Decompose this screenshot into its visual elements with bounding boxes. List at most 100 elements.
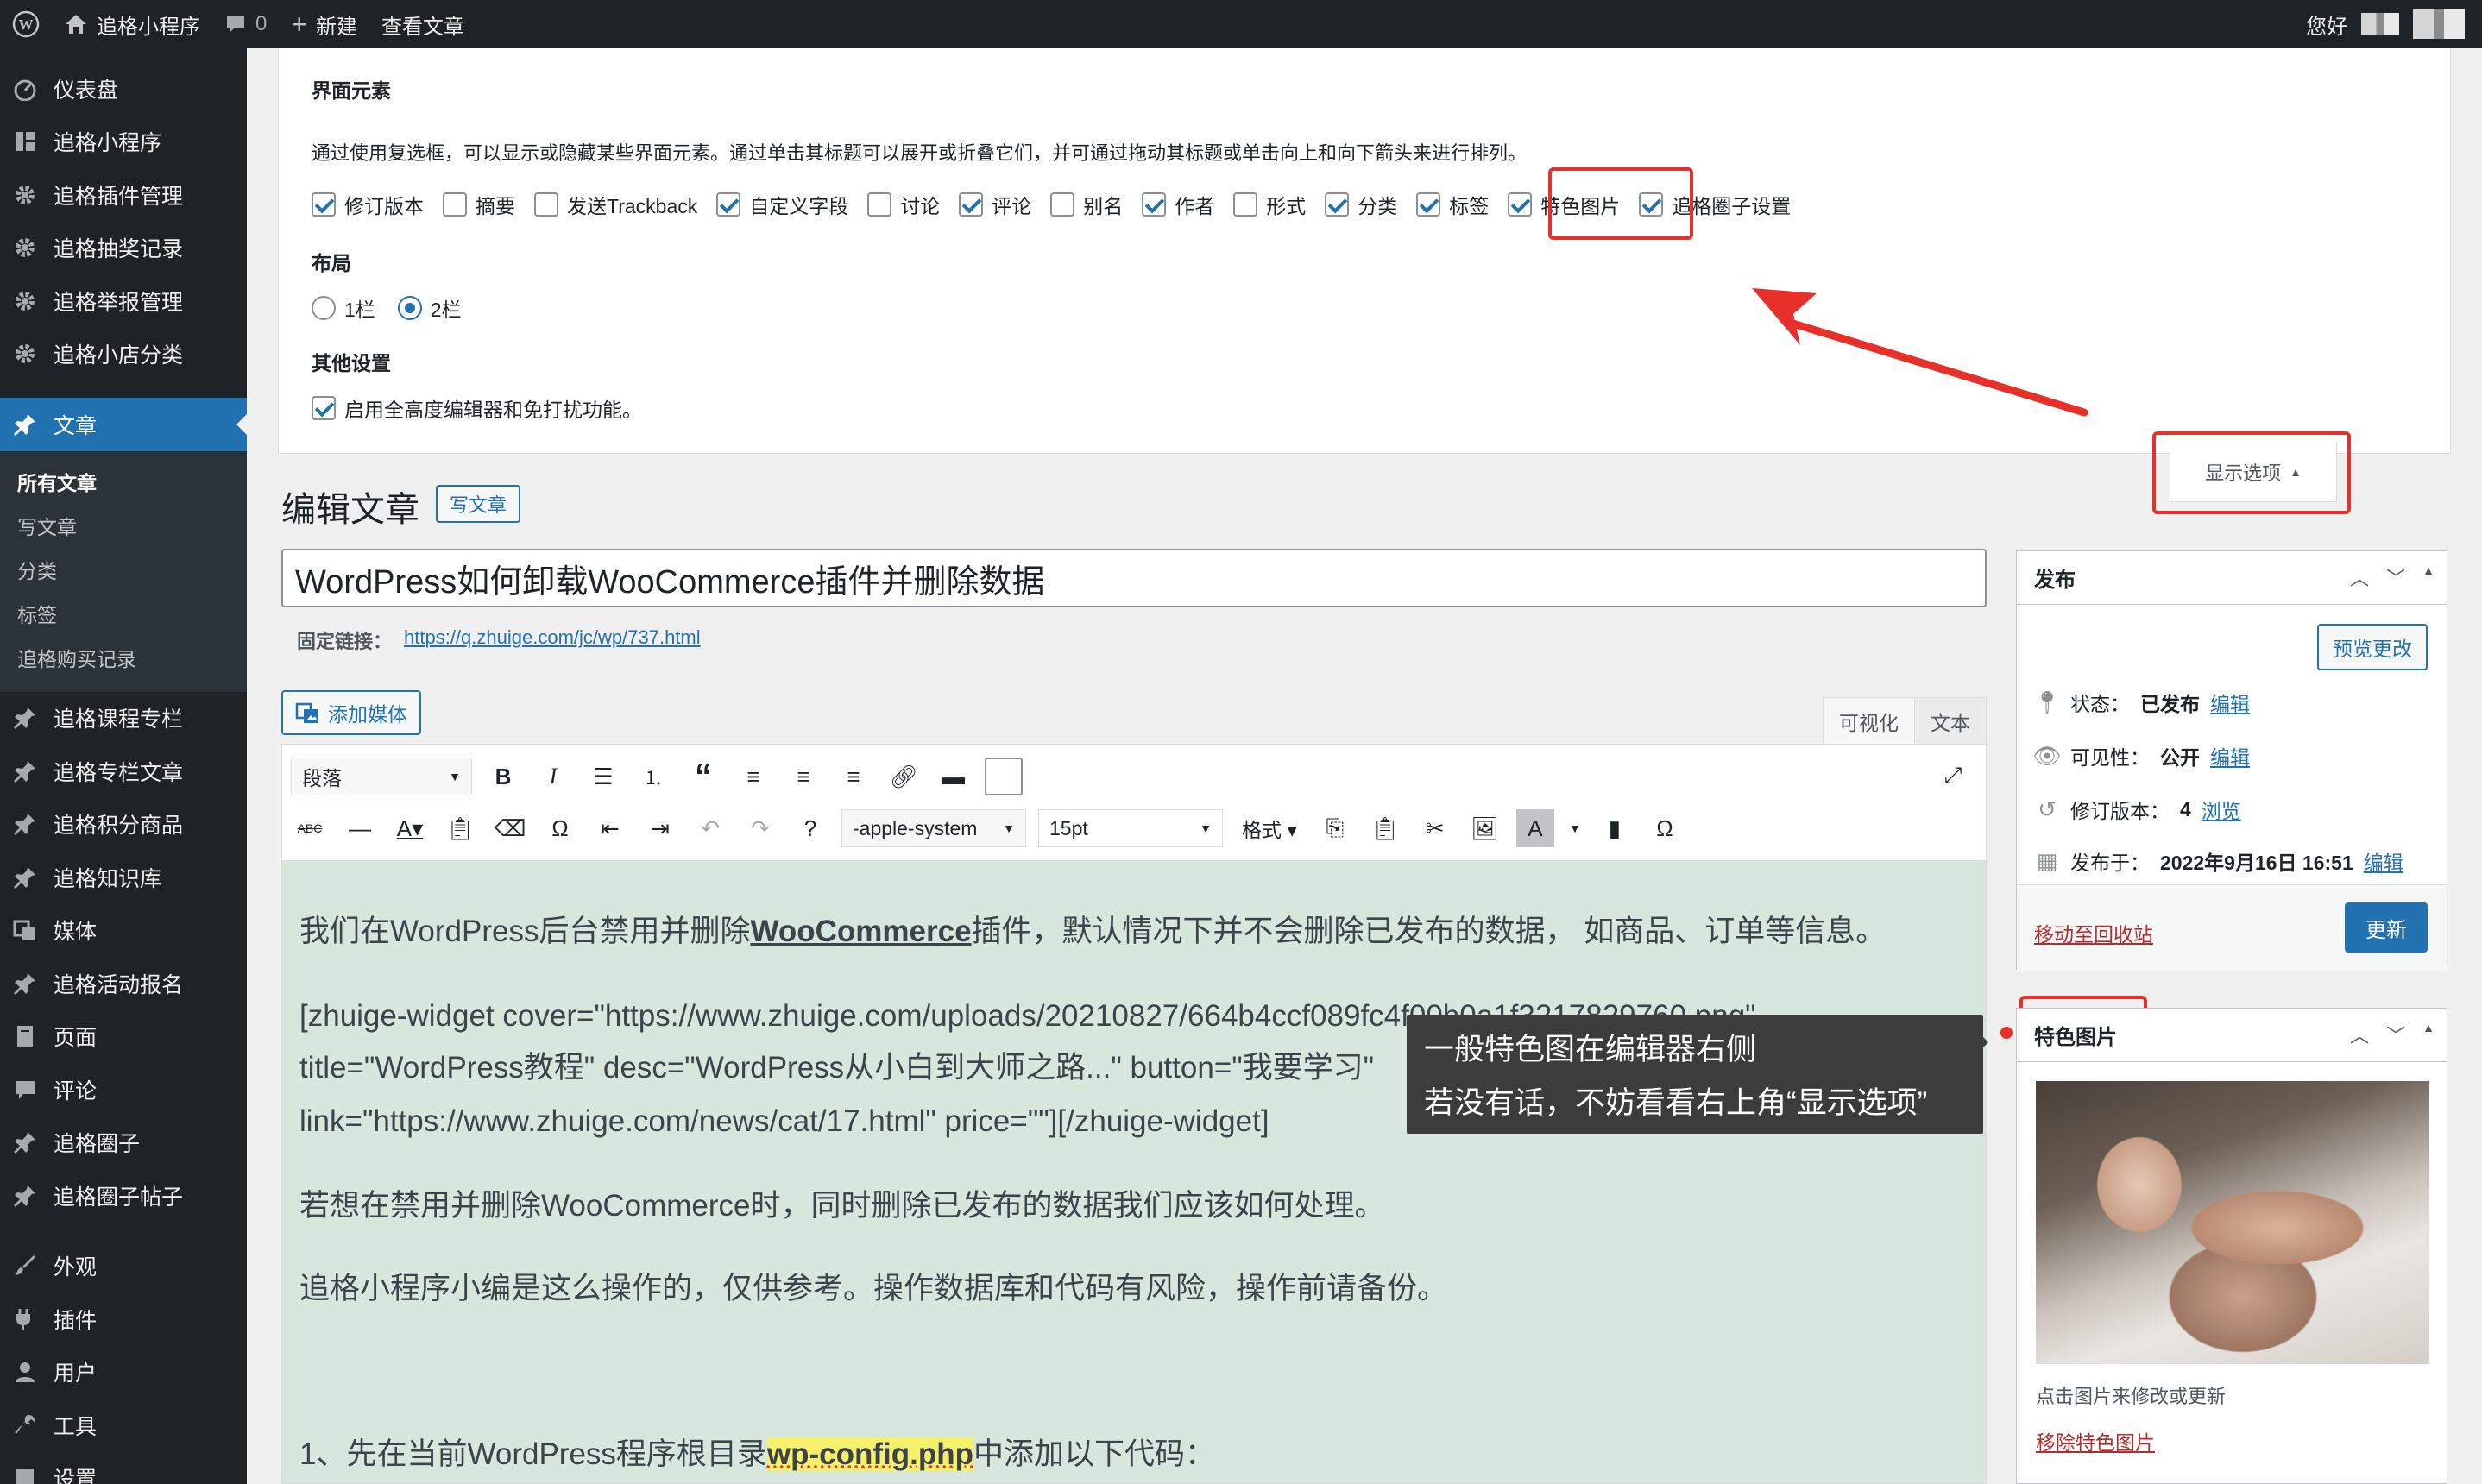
menu-item[interactable]: 插件 bbox=[0, 1292, 247, 1346]
redo-icon[interactable]: ↷ bbox=[741, 809, 779, 847]
align-right-icon[interactable]: ≡ bbox=[835, 758, 872, 795]
special-char-icon[interactable]: Ω bbox=[541, 809, 579, 847]
show-settings-button[interactable]: 显示选项 ▲ bbox=[2170, 442, 2337, 502]
editor-content[interactable]: 我们在WordPress后台禁用并删除WooCommerce插件，默认情况下并不… bbox=[281, 861, 1987, 1484]
menu-item[interactable]: 仪表盘 bbox=[0, 62, 247, 116]
checkbox-box[interactable] bbox=[1325, 192, 1350, 217]
font-family-select[interactable]: -apple-system ▼ bbox=[841, 809, 1026, 847]
submenu-item[interactable]: 标签 bbox=[0, 592, 247, 636]
checkbox-box[interactable] bbox=[867, 192, 892, 217]
cut-icon[interactable]: ✂ bbox=[1416, 809, 1454, 847]
edit-visibility-link[interactable]: 编辑 bbox=[2210, 741, 2250, 770]
p1-bold-link[interactable]: WooCommerce bbox=[750, 915, 971, 948]
radio-circle[interactable] bbox=[312, 296, 336, 320]
submenu-item[interactable]: 写文章 bbox=[0, 504, 247, 548]
menu-item[interactable]: 外观 bbox=[0, 1240, 247, 1293]
clear-format-icon[interactable]: ⌫ bbox=[491, 809, 529, 847]
screen-option-checkbox[interactable]: 修订版本 bbox=[312, 190, 424, 219]
checkbox-box[interactable] bbox=[1233, 192, 1258, 217]
menu-item[interactable]: 追格专栏文章 bbox=[0, 745, 247, 798]
my-account[interactable]: 您好 bbox=[2306, 0, 2465, 48]
menu-item[interactable]: 工具 bbox=[0, 1399, 247, 1452]
checkbox-box[interactable] bbox=[1639, 192, 1664, 217]
format-menu[interactable]: 格式 ▾ bbox=[1235, 814, 1304, 843]
horizontal-line-icon[interactable]: — bbox=[341, 809, 379, 847]
align-left-icon[interactable]: ≡ bbox=[734, 758, 772, 795]
screen-option-checkbox[interactable]: 分类 bbox=[1325, 190, 1397, 219]
italic-button[interactable]: I bbox=[534, 758, 572, 795]
screen-option-checkbox[interactable]: 标签 bbox=[1416, 190, 1489, 219]
submenu-item[interactable]: 分类 bbox=[0, 548, 247, 592]
menu-item[interactable]: 设置 bbox=[0, 1452, 247, 1484]
screen-option-checkbox[interactable]: 别名 bbox=[1050, 190, 1123, 219]
caret-up-icon[interactable]: ▲ bbox=[2422, 563, 2435, 591]
chevron-down-icon[interactable]: ﹀ bbox=[2386, 1021, 2405, 1048]
undo-icon[interactable]: ↶ bbox=[691, 809, 729, 847]
outdent-icon[interactable]: ⇤ bbox=[591, 809, 629, 847]
toolbar-toggle-icon[interactable] bbox=[985, 758, 1023, 795]
screen-option-checkbox[interactable]: 自定义字段 bbox=[716, 190, 848, 219]
chevron-up-icon[interactable]: ︿ bbox=[2350, 563, 2369, 591]
tab-visual[interactable]: 可视化 bbox=[1823, 697, 1915, 744]
screen-option-checkbox[interactable]: 发送Trackback bbox=[534, 190, 697, 219]
checkbox-box[interactable] bbox=[1050, 192, 1075, 217]
omega-icon[interactable]: Ω bbox=[1646, 809, 1684, 847]
menu-item[interactable]: 追格圈子帖子 bbox=[0, 1169, 247, 1223]
format-select[interactable]: 段落 ▼ bbox=[291, 758, 472, 795]
screen-option-checkbox[interactable]: 评论 bbox=[959, 190, 1031, 219]
menu-item[interactable]: 追格圈子 bbox=[0, 1116, 247, 1170]
checkbox-box[interactable] bbox=[312, 396, 336, 420]
post-title-input[interactable]: WordPress如何卸载WooCommerce插件并删除数据 bbox=[281, 549, 1987, 607]
site-name-link[interactable]: 追格小程序 bbox=[52, 0, 212, 48]
align-center-icon[interactable]: ≡ bbox=[784, 758, 822, 795]
font-size-select[interactable]: 15pt ▼ bbox=[1038, 809, 1223, 847]
link-icon[interactable]: 🔗︎ bbox=[885, 758, 923, 795]
menu-item[interactable]: 媒体 bbox=[0, 904, 247, 958]
caret-up-icon[interactable]: ▲ bbox=[2422, 1021, 2435, 1048]
menu-item[interactable]: 追格小程序 bbox=[0, 116, 247, 169]
submenu-item[interactable]: 所有文章 bbox=[0, 460, 247, 504]
preview-changes-button[interactable]: 预览更改 bbox=[2317, 624, 2428, 670]
strikethrough-icon[interactable]: ABC bbox=[291, 809, 329, 847]
checkbox-box[interactable] bbox=[534, 192, 558, 217]
help-icon[interactable]: ? bbox=[791, 809, 829, 847]
comments-link[interactable]: 0 bbox=[212, 0, 279, 48]
numbered-list-icon[interactable]: ⒈ bbox=[634, 758, 672, 795]
move-to-trash-link[interactable]: 移动至回收站 bbox=[2034, 918, 2153, 947]
menu-item[interactable]: 追格抽奖记录 bbox=[0, 222, 247, 275]
screen-option-checkbox[interactable]: 形式 bbox=[1233, 190, 1306, 219]
menu-item[interactable]: 追格课程专栏 bbox=[0, 692, 247, 745]
edit-status-link[interactable]: 编辑 bbox=[2210, 688, 2250, 717]
update-button[interactable]: 更新 bbox=[2345, 902, 2428, 953]
chevron-up-icon[interactable]: ︿ bbox=[2350, 1021, 2369, 1048]
copy-icon[interactable]: ⎘ bbox=[1316, 809, 1354, 847]
fullscreen-icon[interactable]: ⤢ bbox=[1934, 757, 1972, 795]
menu-item[interactable]: 追格小店分类 bbox=[0, 328, 247, 381]
view-post-link[interactable]: 查看文章 bbox=[369, 0, 476, 48]
menu-item-posts[interactable]: 文章 bbox=[0, 398, 247, 451]
screen-option-checkbox[interactable]: 追格圈子设置 bbox=[1639, 190, 1791, 219]
layout-radio[interactable]: 1栏 bbox=[312, 293, 375, 323]
image-icon[interactable]: 🖼︎ bbox=[1466, 809, 1504, 847]
checkbox-box[interactable] bbox=[716, 192, 741, 217]
add-new-post-button[interactable]: 写文章 bbox=[436, 485, 521, 523]
menu-item[interactable]: 评论 bbox=[0, 1063, 247, 1116]
menu-item[interactable]: 追格活动报名 bbox=[0, 957, 247, 1010]
chevron-down-icon[interactable]: ﹀ bbox=[2386, 563, 2405, 591]
text-color-icon[interactable]: A▾ bbox=[391, 809, 429, 847]
submenu-item[interactable]: 追格购买记录 bbox=[0, 636, 247, 680]
menu-item[interactable]: 追格举报管理 bbox=[0, 274, 247, 328]
screen-option-checkbox[interactable]: 摘要 bbox=[443, 190, 515, 219]
checkbox-box[interactable] bbox=[443, 192, 467, 217]
menu-item[interactable]: 追格知识库 bbox=[0, 851, 247, 904]
menu-item[interactable]: 用户 bbox=[0, 1346, 247, 1399]
checkbox-box[interactable] bbox=[1508, 192, 1533, 217]
bullet-list-icon[interactable]: ☰ bbox=[584, 758, 622, 795]
bold-button[interactable]: B bbox=[484, 758, 522, 795]
paste-text-icon[interactable]: 📋︎ bbox=[441, 809, 479, 847]
menu-item[interactable]: 页面 bbox=[0, 1010, 247, 1064]
featured-image-thumbnail[interactable] bbox=[2036, 1081, 2429, 1364]
blockquote-icon[interactable]: “ bbox=[684, 758, 722, 795]
background-color-icon[interactable]: A bbox=[1515, 809, 1554, 847]
new-content-link[interactable]: + 新建 bbox=[279, 0, 369, 48]
